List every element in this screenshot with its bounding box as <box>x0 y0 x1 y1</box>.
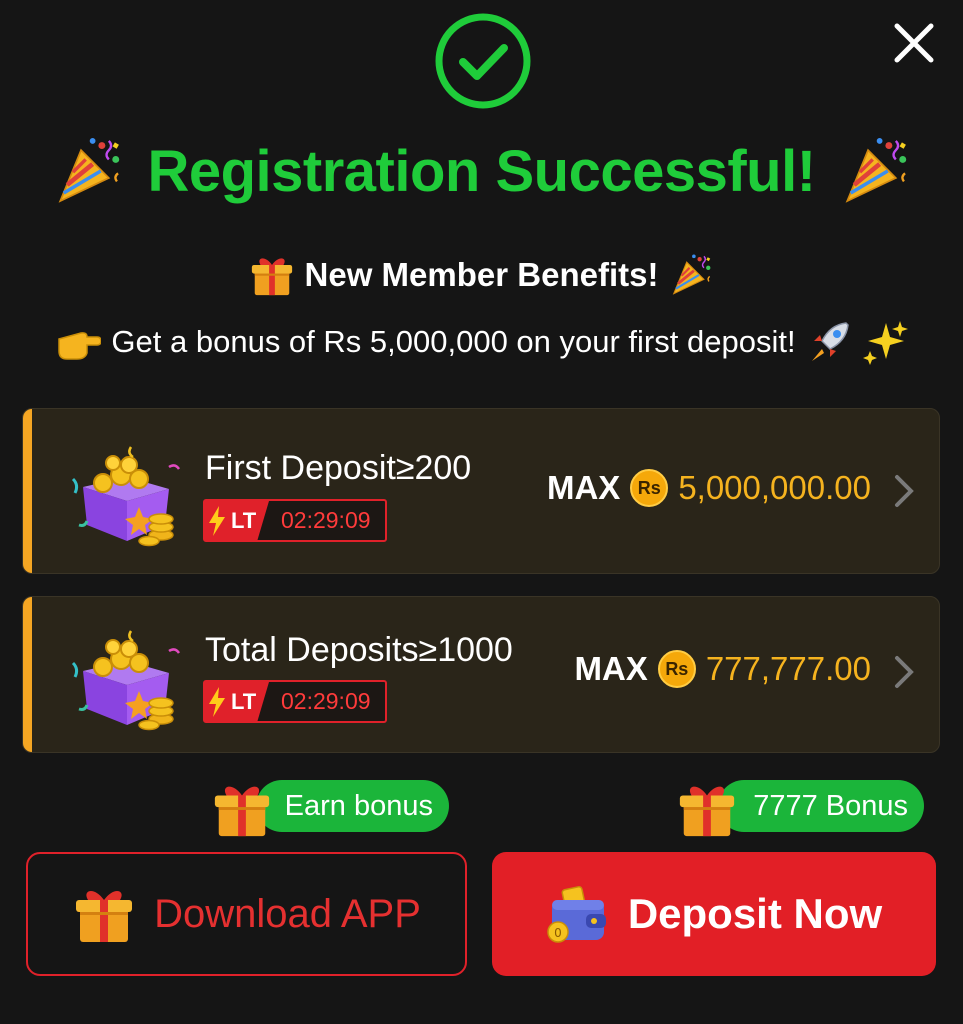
rupee-coin-icon: Rs <box>657 650 696 688</box>
download-app-button[interactable]: Download APP <box>26 852 467 976</box>
earn-bonus-pill: Earn bonus <box>256 780 449 832</box>
title-row: Registration Successful! <box>0 128 963 214</box>
rocket-icon <box>811 322 849 361</box>
party-popper-icon <box>51 134 125 208</box>
wallet-icon: 0 <box>547 885 606 943</box>
lt-label: LT <box>231 688 257 714</box>
gift-icon <box>676 778 738 840</box>
rupee-coin-icon: Rs <box>630 469 669 507</box>
gift-box-coins-icon <box>69 621 181 731</box>
countdown-timer: 02:29:09 <box>281 507 371 533</box>
max-label: MAX <box>574 650 648 687</box>
benefits-heading: New Member Benefits! <box>304 256 659 293</box>
deposit-now-button[interactable]: 0 Deposit Now <box>492 852 936 976</box>
bonus-7777-label: 7777 Bonus <box>753 789 908 822</box>
svg-text:0: 0 <box>554 926 562 940</box>
gift-box-coins-icon <box>69 437 181 547</box>
party-popper-icon <box>838 134 912 208</box>
download-app-label: Download APP <box>154 891 421 936</box>
gift-icon <box>72 882 136 946</box>
max-amount: 5,000,000.00 <box>678 469 871 506</box>
max-amount: 777,777.00 <box>705 650 871 687</box>
lt-label: LT <box>231 507 257 533</box>
bonus-description: Get a bonus of Rs 5,000,000 on your firs… <box>111 324 796 359</box>
max-reward: MAX Rs 777,777.00 <box>574 650 871 688</box>
benefits-heading-row: New Member Benefits! <box>0 248 963 302</box>
total-deposits-card[interactable]: Total Deposits≥1000 LT 02:29:09 MAX Rs 7… <box>22 596 940 753</box>
first-deposit-card[interactable]: First Deposit≥200 LT 02:29:09 MAX Rs 5,0… <box>22 408 940 574</box>
bonus-line-row: Get a bonus of Rs 5,000,000 on your firs… <box>0 314 963 370</box>
party-popper-icon <box>668 252 714 298</box>
max-label: MAX <box>546 469 621 506</box>
pointing-hand-icon <box>58 332 102 360</box>
close-icon[interactable] <box>891 20 937 66</box>
lightning-icon <box>209 505 225 536</box>
lightning-icon <box>209 686 225 717</box>
limited-time-badge: LT 02:29:09 <box>203 680 387 723</box>
check-circle-icon <box>435 13 531 109</box>
card-title: Total Deposits≥1000 <box>205 631 513 669</box>
sparkles-icon <box>862 321 908 365</box>
registration-success-modal: Registration Successful! New Member Bene… <box>0 0 963 1024</box>
max-reward: MAX Rs 5,000,000.00 <box>547 469 871 507</box>
deposit-now-label: Deposit Now <box>627 890 883 937</box>
page-title: Registration Successful! <box>147 138 816 204</box>
gift-icon <box>211 778 273 840</box>
chevron-right-icon <box>895 656 914 688</box>
gift-icon <box>249 252 295 298</box>
countdown-timer: 02:29:09 <box>281 688 371 714</box>
card-title: First Deposit≥200 <box>205 449 472 487</box>
earn-bonus-label: Earn bonus <box>284 789 433 822</box>
chevron-right-icon <box>895 475 914 507</box>
bonus-7777-pill: 7777 Bonus <box>718 780 924 832</box>
limited-time-badge: LT 02:29:09 <box>203 499 387 542</box>
